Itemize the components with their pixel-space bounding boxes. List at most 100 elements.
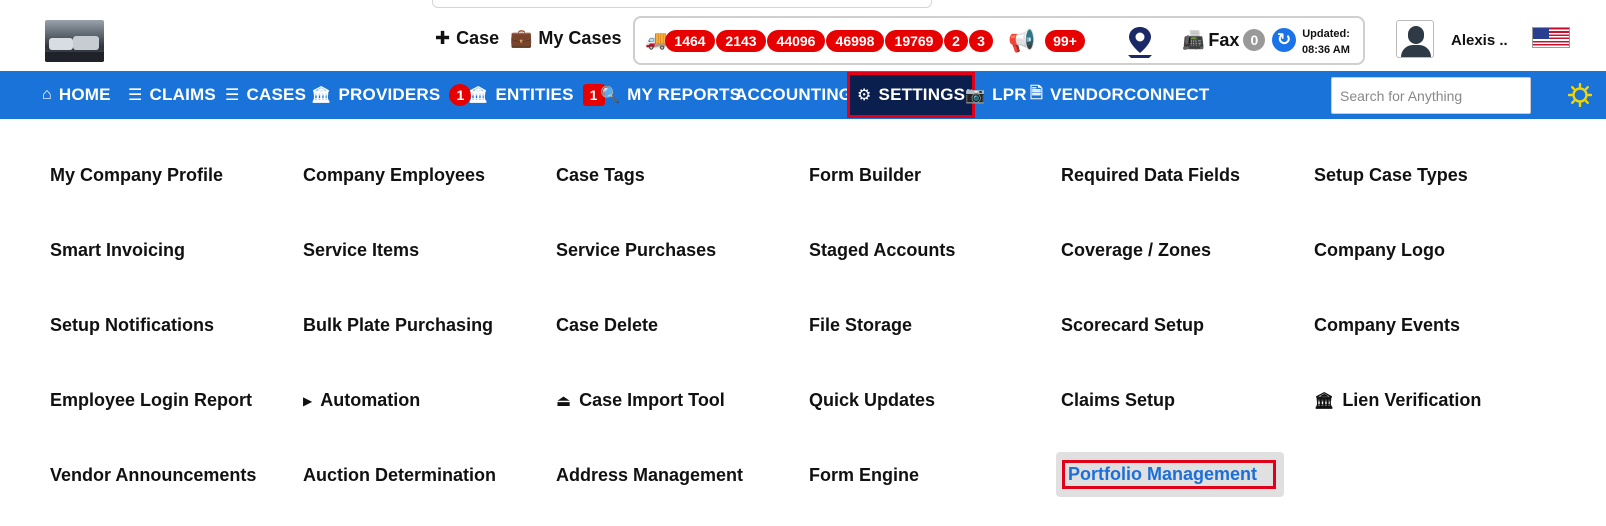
case-counts-panel: 🚚 1464 2143 44096 46998 19769 2 3 📢 99+ … — [633, 16, 1365, 65]
count-badge[interactable]: 19769 — [885, 30, 943, 52]
count-badge[interactable]: 2 — [944, 30, 968, 52]
logo-car — [49, 38, 73, 50]
menu-item-automation[interactable]: ▶ Automation — [303, 390, 420, 411]
menu-item[interactable]: File Storage — [809, 315, 912, 336]
menu-item[interactable]: Case Tags — [556, 165, 645, 186]
nav-entities[interactable]: 🏛 ENTITIES 1 — [468, 71, 605, 119]
nav-home-label: HOME — [58, 85, 111, 104]
nav-cases[interactable]: ☰ CASES — [225, 71, 306, 119]
nav-my-reports-label: MY REPORTS — [627, 85, 742, 104]
menu-item[interactable]: My Company Profile — [50, 165, 223, 186]
count-badge[interactable]: 2143 — [716, 30, 766, 52]
nav-accounting[interactable]: ACCOUNTING — [735, 71, 852, 119]
menu-item[interactable]: Auction Determination — [303, 465, 496, 486]
menu-item[interactable]: Bulk Plate Purchasing — [303, 315, 493, 336]
file-icon: 🗎 — [1030, 84, 1044, 102]
caret-right-icon: ▶ — [303, 393, 313, 408]
bank-icon: 🏛 — [468, 87, 489, 104]
nav-claims-label: CLAIMS — [149, 85, 216, 104]
menu-item-case-import[interactable]: ⏏ Case Import Tool — [556, 390, 725, 411]
menu-item[interactable]: Vendor Announcements — [50, 465, 256, 486]
settings-menu: My Company Profile Company Employees Cas… — [0, 119, 1606, 526]
updated-time: 08:36 AM — [1302, 44, 1350, 56]
menu-icon: ☰ — [128, 87, 143, 104]
nav-cases-label: CASES — [246, 85, 307, 104]
menu-item[interactable]: Scorecard Setup — [1061, 315, 1204, 336]
nav-my-reports[interactable]: 🔍 MY REPORTS — [600, 71, 741, 119]
logo-road — [45, 52, 104, 62]
menu-item[interactable]: Setup Notifications — [50, 315, 214, 336]
nav-lpr[interactable]: 📷 LPR — [965, 71, 1027, 119]
avatar[interactable] — [1396, 20, 1434, 58]
menu-item[interactable]: Coverage / Zones — [1061, 240, 1211, 261]
logo-car — [73, 36, 99, 50]
global-search-input[interactable] — [1331, 77, 1531, 114]
nav-providers-label: PROVIDERS — [338, 85, 441, 104]
announcements-badge[interactable]: 99+ — [1045, 30, 1085, 52]
username[interactable]: Alexis .. — [1451, 32, 1508, 49]
home-icon: ⌂ — [42, 86, 52, 103]
company-logo[interactable] — [45, 20, 104, 62]
menu-item-portfolio-management[interactable]: Portfolio Management — [1056, 452, 1285, 497]
menu-item[interactable]: Staged Accounts — [809, 240, 955, 261]
menu-item-label: Automation — [320, 390, 421, 410]
menu-item[interactable]: Service Items — [303, 240, 419, 261]
nav-settings-label: SETTINGS — [878, 85, 966, 104]
menu-item[interactable]: Case Delete — [556, 315, 658, 336]
briefcase-icon: 💼 — [510, 28, 533, 48]
us-flag-icon[interactable] — [1532, 27, 1570, 48]
map-pin-icon[interactable] — [1125, 25, 1155, 59]
menu-item[interactable]: Company Events — [1314, 315, 1460, 336]
nav-home[interactable]: ⌂ HOME — [42, 71, 111, 119]
plus-icon: ✚ — [435, 28, 451, 48]
menu-item[interactable]: Employee Login Report — [50, 390, 252, 411]
menu-item[interactable]: Quick Updates — [809, 390, 935, 411]
refresh-icon[interactable]: ↻ — [1272, 28, 1296, 52]
search-icon: 🔍 — [600, 87, 621, 104]
nav-lpr-label: LPR — [992, 85, 1027, 104]
menu-item-label: Portfolio Management — [1062, 460, 1277, 489]
top-bar: ✚ Case 💼 My Cases 🚚 1464 2143 44096 4699… — [0, 0, 1606, 71]
menu-item[interactable]: Company Employees — [303, 165, 485, 186]
megaphone-icon[interactable]: 📢 — [1008, 28, 1035, 54]
nav-claims[interactable]: ☰ CLAIMS — [128, 71, 216, 119]
fax-label: Fax — [1208, 29, 1240, 50]
menu-icon: ☰ — [225, 87, 240, 104]
fax-button[interactable]: 📠 Fax 0 — [1182, 29, 1266, 51]
my-cases-label: My Cases — [538, 28, 622, 48]
menu-item[interactable]: Claims Setup — [1061, 390, 1175, 411]
avatar-body — [1401, 45, 1431, 57]
my-cases-button[interactable]: 💼 My Cases — [510, 28, 621, 49]
gear-icon: ⚙ — [857, 87, 872, 104]
nav-entities-label: ENTITIES — [495, 85, 574, 104]
menu-item[interactable]: Required Data Fields — [1061, 165, 1240, 186]
menu-item[interactable]: Form Engine — [809, 465, 919, 486]
upload-icon: ⏏ — [556, 392, 572, 410]
count-badge[interactable]: 1464 — [665, 30, 715, 52]
count-badge[interactable]: 3 — [969, 30, 993, 52]
menu-item[interactable]: Service Purchases — [556, 240, 716, 261]
avatar-head — [1408, 26, 1424, 44]
theme-toggle-icon[interactable] — [1568, 83, 1592, 107]
count-badge[interactable]: 44096 — [767, 30, 825, 52]
menu-item[interactable]: Setup Case Types — [1314, 165, 1468, 186]
camera-icon: 📷 — [965, 87, 986, 104]
menu-item[interactable]: Address Management — [556, 465, 743, 486]
add-case-button[interactable]: ✚ Case — [435, 28, 499, 49]
updated-label: Updated: — [1302, 28, 1350, 40]
nav-accounting-label: ACCOUNTING — [735, 85, 853, 104]
nav-vendorconnect[interactable]: 🗎 VENDORCONNECT — [1030, 71, 1209, 119]
menu-item[interactable]: Company Logo — [1314, 240, 1445, 261]
flag-canton — [1533, 28, 1549, 39]
bank-icon: 🏛 — [1314, 392, 1335, 410]
nav-vendorconnect-label: VENDORCONNECT — [1050, 85, 1210, 104]
count-badge[interactable]: 46998 — [826, 30, 884, 52]
fax-icon: 📠 — [1182, 29, 1205, 50]
nav-providers[interactable]: 🏛 PROVIDERS 1 — [311, 71, 472, 119]
menu-item[interactable]: Form Builder — [809, 165, 921, 186]
nav-settings[interactable]: ⚙ SETTINGS — [847, 72, 976, 118]
menu-item[interactable]: Smart Invoicing — [50, 240, 185, 261]
menu-item-lien-verification[interactable]: 🏛 Lien Verification — [1314, 390, 1481, 411]
menu-item-label: Lien Verification — [1342, 390, 1482, 410]
add-case-label: Case — [456, 28, 500, 48]
